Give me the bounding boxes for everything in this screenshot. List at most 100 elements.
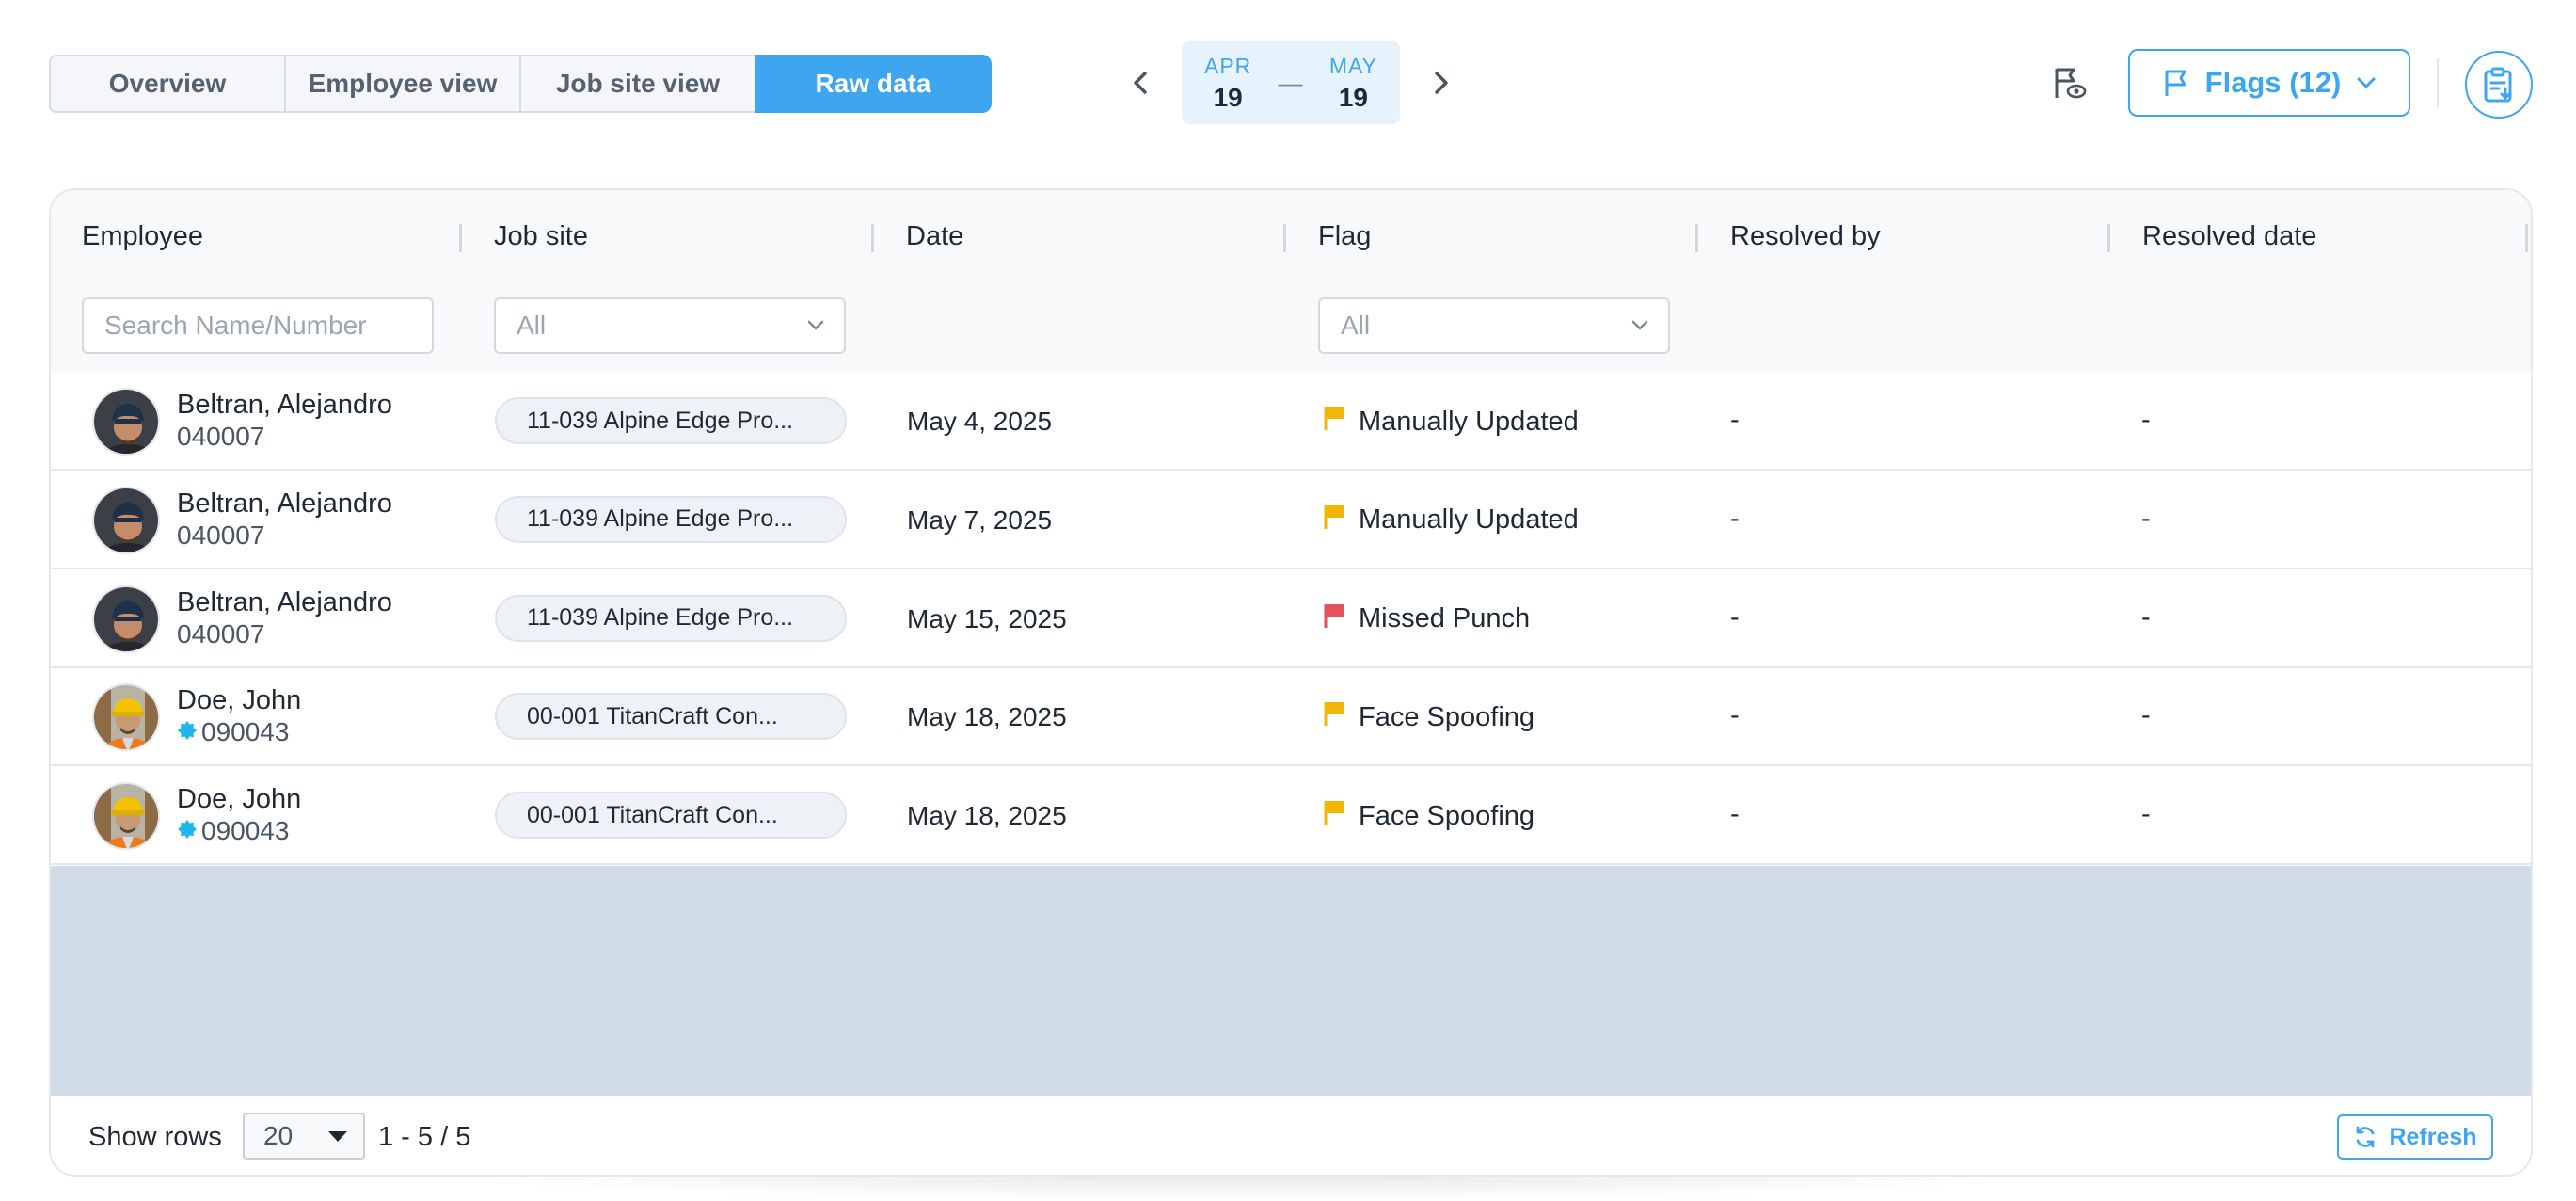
flags-dropdown-button[interactable]: Flags (12) — [2128, 49, 2410, 117]
employee-name: Beltran, Alejandro — [177, 390, 392, 420]
caret-down-icon — [328, 1131, 347, 1142]
refresh-button[interactable]: Refresh — [2337, 1114, 2493, 1160]
flag-cell: Face Spoofing — [1323, 700, 1534, 734]
resolved-date: - — [2141, 503, 2151, 534]
table-row[interactable]: Beltran, Alejandro 040007 11-039 Alpine … — [51, 373, 2531, 471]
start-month: APR — [1204, 53, 1252, 78]
employee-number: 090043 — [177, 717, 289, 747]
column-resizer[interactable] — [459, 224, 462, 252]
flag-icon — [1323, 504, 1345, 537]
job-site-chip[interactable]: 00-001 TitanCraft Con... — [495, 792, 847, 840]
column-resolved-date[interactable]: Resolved date — [2111, 190, 2316, 282]
flag-date: May 7, 2025 — [907, 504, 1053, 535]
resolved-by: - — [1730, 700, 1740, 731]
flag-filter-select[interactable]: All — [1318, 297, 1670, 354]
column-resizer[interactable] — [1283, 224, 1286, 252]
flag-cell: Manually Updated — [1323, 504, 1579, 537]
job-site-chip[interactable]: 11-039 Alpine Edge Pro... — [495, 495, 847, 543]
employee-number: 040007 — [177, 520, 265, 550]
avatar — [92, 486, 160, 554]
verified-badge-icon — [177, 717, 198, 747]
pagination-range: 1 - 5 / 5 — [378, 1122, 471, 1152]
flag-label: Face Spoofing — [1359, 701, 1535, 732]
verified-badge-icon — [177, 816, 198, 846]
flag-cell: Face Spoofing — [1323, 799, 1534, 833]
resolved-date: - — [2141, 700, 2151, 731]
tab-job-site-view[interactable]: Job site view — [519, 55, 756, 113]
resolved-by: - — [1730, 503, 1740, 534]
date-range-picker[interactable]: APR 19 — MAY 19 — [1182, 41, 1400, 124]
show-rows-label: Show rows — [88, 1122, 222, 1152]
date-navigator: APR 19 — MAY 19 — [1120, 41, 1462, 124]
flag-cell: Missed Punch — [1323, 602, 1530, 636]
column-resolved-by[interactable]: Resolved by — [1699, 190, 1881, 282]
table-row[interactable]: Beltran, Alejandro 040007 11-039 Alpine … — [51, 471, 2531, 569]
employee-name: Beltran, Alejandro — [177, 488, 392, 519]
chevron-down-icon — [2357, 77, 2376, 88]
employee-number: 040007 — [177, 422, 265, 451]
column-resizer[interactable] — [871, 224, 874, 252]
flag-icon — [1323, 799, 1345, 833]
date-separator: — — [1278, 68, 1303, 97]
flag-label: Manually Updated — [1359, 504, 1579, 536]
table-row[interactable]: Beltran, Alejandro 040007 11-039 Alpine … — [51, 569, 2531, 668]
job-site-chip[interactable]: 11-039 Alpine Edge Pro... — [495, 594, 847, 642]
flag-date: May 15, 2025 — [907, 603, 1067, 633]
column-resizer[interactable] — [1695, 224, 1698, 252]
tab-raw-data[interactable]: Raw data — [755, 55, 992, 113]
refresh-button-label: Refresh — [2389, 1123, 2477, 1150]
flag-icon — [1323, 405, 1345, 439]
avatar — [92, 388, 160, 456]
resolved-date: - — [2141, 799, 2151, 830]
resolved-by: - — [1730, 601, 1740, 633]
flag-cell: Manually Updated — [1323, 405, 1579, 439]
flag-label: Face Spoofing — [1359, 800, 1535, 831]
clipboard-export-icon — [2484, 67, 2512, 103]
resolved-date: - — [2141, 405, 2151, 435]
column-resizer[interactable] — [2525, 224, 2528, 252]
table-row[interactable]: Doe, John 090043 00-001 TitanCraft Con..… — [51, 767, 2531, 866]
flag-filter-value: All — [1341, 311, 1371, 340]
table-row[interactable]: Doe, John 090043 00-001 TitanCraft Con..… — [51, 668, 2531, 767]
flag-label: Missed Punch — [1359, 603, 1531, 634]
flag-date: May 18, 2025 — [907, 702, 1067, 732]
flag-visibility-button[interactable] — [2047, 62, 2089, 104]
employee-name: Doe, John — [177, 685, 302, 716]
flag-label: Manually Updated — [1359, 406, 1579, 437]
chevron-right-icon — [1435, 72, 1448, 94]
chevron-down-icon — [807, 320, 824, 330]
resolved-date: - — [2141, 601, 2151, 633]
table-header: Employee Job site Date Flag Resolved by … — [51, 190, 2531, 373]
employee-number: 040007 — [177, 618, 265, 649]
flag-eye-icon — [2055, 68, 2087, 99]
tab-employee-view[interactable]: Employee view — [284, 55, 521, 113]
column-flag[interactable]: Flag — [1287, 190, 1371, 282]
column-job-site[interactable]: Job site — [463, 190, 588, 282]
end-date: MAY 19 — [1329, 54, 1377, 113]
job-site-filter-select[interactable]: All — [494, 297, 846, 354]
employee-name: Doe, John — [177, 784, 302, 815]
avatar — [92, 584, 160, 653]
column-resizer[interactable] — [2107, 224, 2110, 252]
avatar — [92, 683, 160, 752]
flag-icon — [1323, 700, 1345, 734]
start-day: 19 — [1213, 82, 1243, 112]
card-shadow — [414, 1173, 2070, 1201]
previous-period-button[interactable] — [1120, 62, 1161, 104]
raw-data-table: Employee Job site Date Flag Resolved by … — [49, 188, 2533, 1177]
tab-overview[interactable]: Overview — [49, 55, 286, 113]
view-tabs: Overview Employee view Job site view Raw… — [49, 55, 992, 113]
job-site-chip[interactable]: 00-001 TitanCraft Con... — [495, 693, 847, 741]
job-site-chip[interactable]: 11-039 Alpine Edge Pro... — [495, 397, 847, 444]
end-month: MAY — [1328, 53, 1377, 78]
flag-icon — [1323, 602, 1345, 636]
column-employee[interactable]: Employee — [51, 190, 203, 282]
export-report-button[interactable] — [2465, 51, 2533, 119]
rows-per-page-select[interactable]: 20 — [243, 1113, 365, 1160]
employee-search-input[interactable] — [82, 297, 434, 354]
rows-per-page-value: 20 — [263, 1121, 294, 1150]
resolved-by: - — [1730, 799, 1740, 830]
column-date[interactable]: Date — [875, 190, 963, 282]
start-date: APR 19 — [1204, 54, 1251, 113]
next-period-button[interactable] — [1421, 62, 1462, 104]
